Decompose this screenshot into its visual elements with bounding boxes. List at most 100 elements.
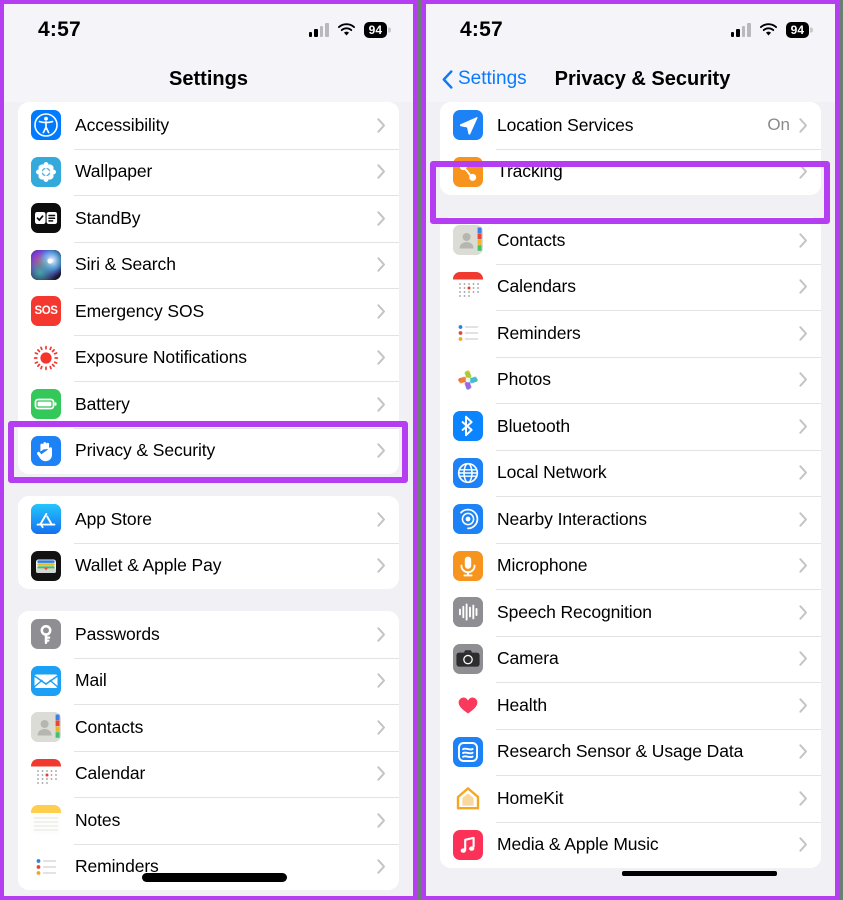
list-item-label: Camera bbox=[497, 648, 559, 669]
back-label: Settings bbox=[458, 68, 527, 89]
siri-icon bbox=[31, 249, 61, 280]
list-item[interactable]: Wallet & Apple Pay bbox=[18, 542, 399, 589]
list-item-label: Battery bbox=[75, 393, 130, 414]
accessibility-icon bbox=[31, 110, 61, 141]
list-item-label: HomeKit bbox=[497, 787, 564, 808]
list-item-label: Notes bbox=[75, 809, 121, 830]
list-item[interactable]: App Store bbox=[18, 496, 399, 543]
speech-recognition-icon bbox=[453, 597, 483, 628]
list-item[interactable]: Bluetooth bbox=[440, 403, 821, 450]
list-item[interactable]: Camera bbox=[440, 635, 821, 682]
list-item-label: Tracking bbox=[497, 161, 563, 182]
list-item-label: Nearby Interactions bbox=[497, 508, 647, 529]
notes-icon bbox=[31, 805, 61, 836]
list-item[interactable]: Siri & Search bbox=[18, 241, 399, 288]
list-item[interactable]: Media & Apple Music bbox=[440, 821, 821, 868]
status-indicators: 94 bbox=[730, 22, 809, 38]
back-button[interactable]: Settings bbox=[442, 68, 527, 90]
list-item[interactable]: Calendar bbox=[18, 750, 399, 797]
chevron-right-icon bbox=[799, 558, 808, 573]
list-item-label: Accessibility bbox=[75, 114, 170, 135]
list-item[interactable]: Passwords bbox=[18, 611, 399, 658]
chevron-right-icon bbox=[377, 118, 386, 133]
list-item[interactable]: Contacts bbox=[18, 704, 399, 751]
calendar-icon bbox=[453, 271, 483, 302]
cellular-bars-icon bbox=[730, 22, 751, 37]
group-location: Location Services On Tracking bbox=[440, 102, 821, 195]
list-item[interactable]: Wallpaper bbox=[18, 148, 399, 195]
chevron-right-icon bbox=[799, 372, 808, 387]
chevron-right-icon bbox=[377, 512, 386, 527]
list-item-label: Calendars bbox=[497, 276, 576, 297]
cellular-bars-icon bbox=[308, 22, 329, 37]
list-item[interactable]: Battery bbox=[18, 381, 399, 428]
list-item-label: Health bbox=[497, 694, 547, 715]
list-item-label: Speech Recognition bbox=[497, 601, 652, 622]
photos-icon bbox=[453, 364, 483, 395]
list-item[interactable]: Photos bbox=[440, 356, 821, 403]
chevron-right-icon bbox=[377, 720, 386, 735]
list-item[interactable]: Privacy & Security bbox=[18, 427, 399, 474]
list-item[interactable]: StandBy bbox=[18, 195, 399, 242]
chevron-right-icon bbox=[377, 673, 386, 688]
list-item-label: Mail bbox=[75, 670, 107, 691]
chevron-left-icon bbox=[442, 69, 453, 89]
list-item-label: Local Network bbox=[497, 462, 607, 483]
app-store-icon bbox=[31, 504, 61, 535]
list-item[interactable]: Research Sensor & Usage Data bbox=[440, 728, 821, 775]
passwords-key-icon bbox=[31, 619, 61, 650]
status-time: 4:57 bbox=[460, 18, 503, 41]
chevron-right-icon bbox=[799, 326, 808, 341]
status-indicators: 94 bbox=[308, 22, 387, 38]
status-bar-right: 4:57 94 bbox=[426, 4, 835, 56]
sos-icon: SOS bbox=[31, 296, 61, 327]
list-item[interactable]: Local Network bbox=[440, 449, 821, 496]
chevron-right-icon bbox=[377, 627, 386, 642]
left-settings-list[interactable]: Accessibility Wallpaper StandBy Siri & Sear… bbox=[4, 102, 413, 896]
list-item[interactable]: Accessibility bbox=[18, 102, 399, 149]
exposure-notifications-icon bbox=[31, 342, 61, 373]
health-heart-icon bbox=[453, 690, 483, 721]
chevron-right-icon bbox=[799, 605, 808, 620]
chevron-right-icon bbox=[799, 512, 808, 527]
home-indicator-left bbox=[142, 873, 287, 882]
list-item[interactable]: Nearby Interactions bbox=[440, 496, 821, 543]
chevron-right-icon bbox=[799, 744, 808, 759]
list-item-label: Wallet & Apple Pay bbox=[75, 555, 222, 576]
chevron-right-icon bbox=[799, 465, 808, 480]
list-item[interactable]: HomeKit bbox=[440, 775, 821, 822]
list-item[interactable]: Health bbox=[440, 682, 821, 729]
battery-app-icon bbox=[31, 389, 61, 420]
battery-icon: 94 bbox=[363, 22, 387, 38]
chevron-right-icon bbox=[377, 350, 386, 365]
chevron-right-icon bbox=[799, 651, 808, 666]
list-item[interactable]: Exposure Notifications bbox=[18, 334, 399, 381]
chevron-right-icon bbox=[377, 766, 386, 781]
list-item[interactable]: Contacts bbox=[440, 217, 821, 264]
homekit-icon bbox=[453, 783, 483, 814]
page-title: Settings bbox=[169, 67, 248, 90]
nearby-interactions-icon bbox=[453, 504, 483, 535]
chevron-right-icon bbox=[377, 211, 386, 226]
wallpaper-icon bbox=[31, 156, 61, 187]
list-item-label: Reminders bbox=[497, 322, 581, 343]
list-item[interactable]: Mail bbox=[18, 657, 399, 704]
chevron-right-icon bbox=[799, 164, 808, 179]
research-sensor-icon bbox=[453, 736, 483, 767]
list-item[interactable]: Tracking bbox=[440, 148, 821, 195]
microphone-icon bbox=[453, 550, 483, 581]
list-item[interactable]: Speech Recognition bbox=[440, 589, 821, 636]
list-item[interactable]: Calendars bbox=[440, 263, 821, 310]
list-item[interactable]: Reminders bbox=[440, 310, 821, 357]
list-item[interactable]: Microphone bbox=[440, 542, 821, 589]
battery-icon: 94 bbox=[785, 22, 809, 38]
list-item-label: Emergency SOS bbox=[75, 300, 205, 321]
list-item-label: Research Sensor & Usage Data bbox=[497, 741, 744, 762]
privacy-settings-list[interactable]: Location Services On Tracking Contacts Calen… bbox=[426, 102, 835, 896]
list-item[interactable]: Notes bbox=[18, 797, 399, 844]
list-item[interactable]: Location Services On bbox=[440, 102, 821, 149]
chevron-right-icon bbox=[377, 859, 386, 874]
location-arrow-icon bbox=[453, 110, 483, 141]
list-item[interactable]: SOS Emergency SOS bbox=[18, 288, 399, 335]
list-item[interactable]: Reminders bbox=[18, 843, 399, 890]
